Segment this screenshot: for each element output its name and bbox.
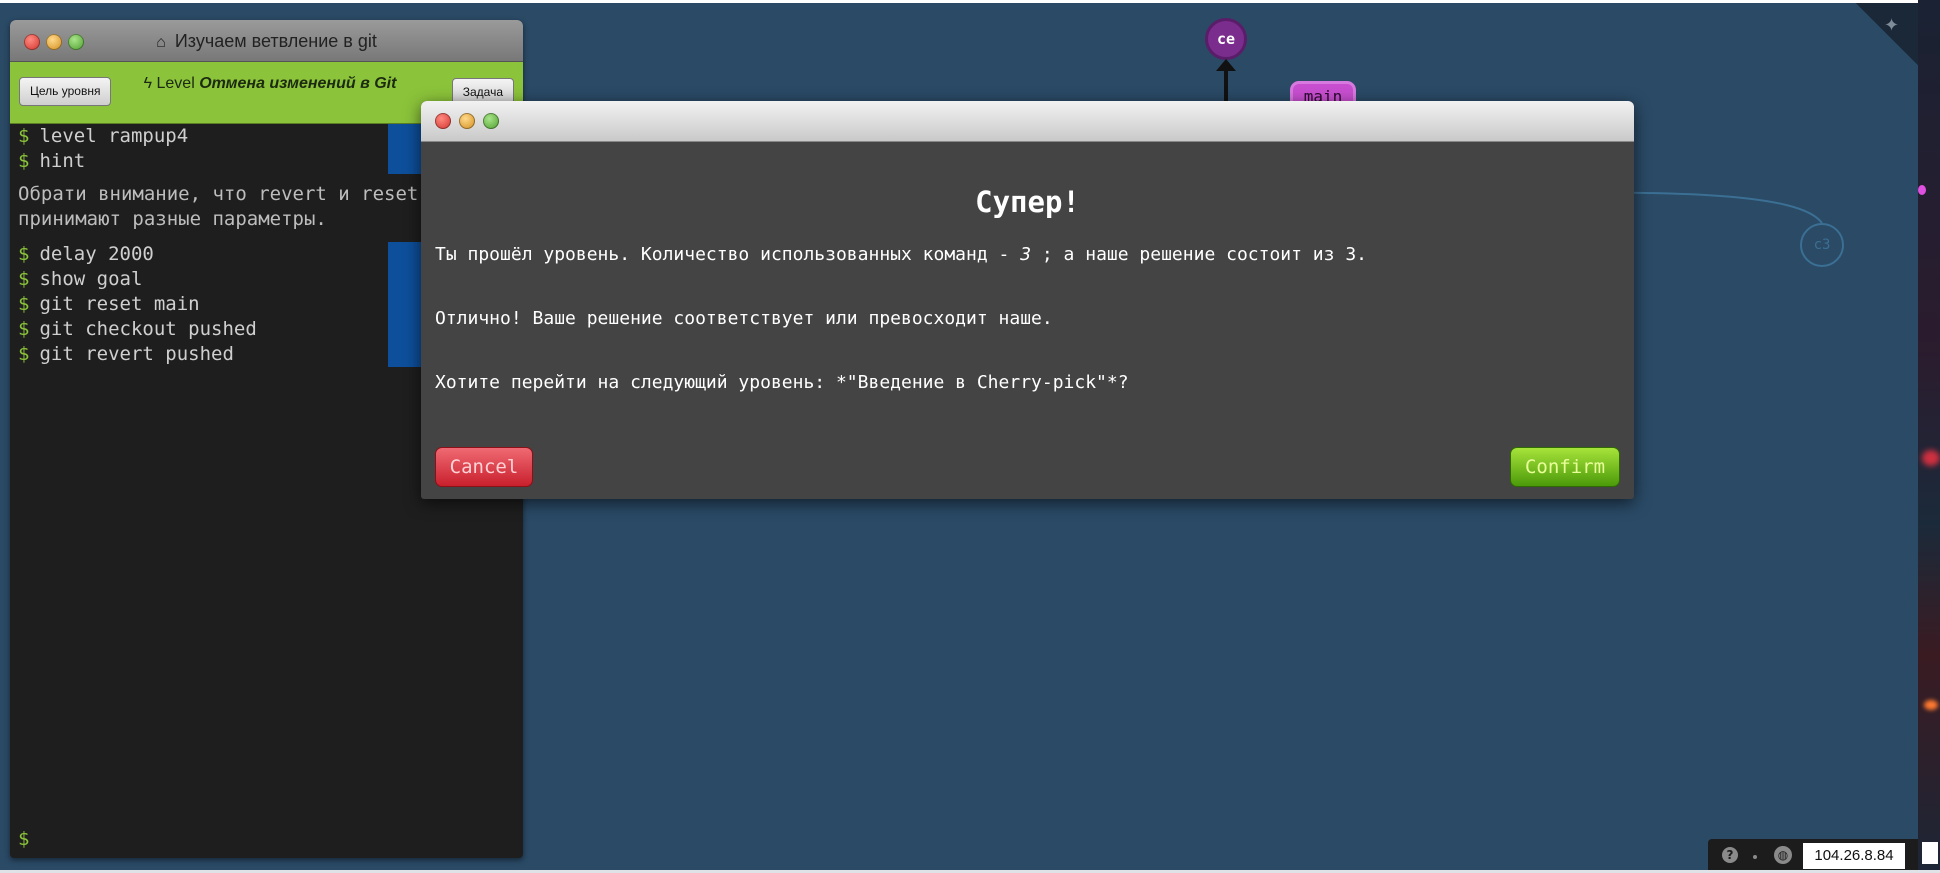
maximize-icon[interactable]: [483, 113, 499, 129]
status-widget: ? ◍ 104.26.8.84: [1708, 839, 1918, 870]
confirm-button[interactable]: Confirm: [1510, 447, 1620, 487]
dialog-title: Супер!: [975, 185, 1080, 219]
commit-node-ce[interactable]: ce: [1205, 18, 1247, 60]
taskbar-edge: [1922, 842, 1938, 864]
level-goal-button[interactable]: Цель уровня: [19, 77, 112, 106]
commit-arrow: [1216, 59, 1236, 105]
level-complete-dialog: Супер! Ты прошёл уровень. Количество исп…: [421, 101, 1634, 499]
terminal-title-text: Изучаем ветвление в git: [174, 31, 377, 51]
dialog-praise-line: Отлично! Ваше решение соответствует или …: [435, 308, 1053, 329]
puzzle-icon[interactable]: ✦: [1884, 15, 1899, 36]
terminal-titlebar: ⌂ Изучаем ветвление в git: [10, 20, 523, 62]
ip-address: 104.26.8.84: [1803, 843, 1905, 869]
level-info: ϟ Level Отмена изменений в Git: [140, 74, 400, 93]
dialog-window-controls: [435, 113, 499, 129]
command-prompt[interactable]: $: [18, 828, 29, 850]
globe-icon[interactable]: ◍: [1774, 846, 1792, 864]
level-prefix: Level: [156, 75, 195, 92]
dialog-next-level-line: Хотите перейти на следующий уровень: *"В…: [435, 372, 1129, 393]
background-window-edge: [1918, 0, 1940, 873]
command-count: 3: [1020, 244, 1032, 265]
help-icon[interactable]: ?: [1722, 847, 1738, 863]
close-icon[interactable]: [435, 113, 451, 129]
dialog-titlebar: [421, 101, 1634, 142]
separator-dot: [1753, 855, 1757, 859]
cancel-button[interactable]: Cancel: [435, 447, 533, 487]
home-icon: ⌂: [156, 34, 166, 51]
bolt-icon: ϟ: [143, 75, 153, 92]
dialog-body: Ты прошёл уровень. Количество использова…: [421, 243, 1634, 395]
level-name: Отмена изменений в Git: [199, 75, 397, 92]
minimize-icon[interactable]: [459, 113, 475, 129]
dialog-result-line: Ты прошёл уровень. Количество использова…: [435, 244, 1367, 265]
terminal-title: ⌂ Изучаем ветвление в git: [10, 31, 523, 52]
